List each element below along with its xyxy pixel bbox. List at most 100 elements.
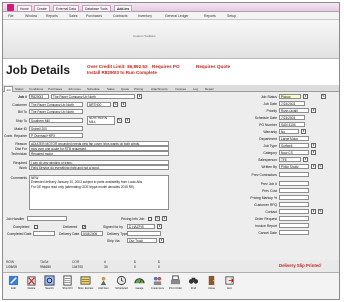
delivered-checkbox[interactable]: ✓ bbox=[82, 225, 86, 229]
menu-contracts[interactable]: Contracts bbox=[113, 12, 128, 20]
job-type-field[interactable]: Surfwell bbox=[279, 143, 309, 149]
customer-lookup-button[interactable]: ▾ bbox=[121, 102, 126, 107]
menu-reports[interactable]: Reports bbox=[46, 12, 58, 20]
billto-field[interactable]: The Paper Company Up North bbox=[29, 109, 83, 115]
table-cell[interactable]: 994650 bbox=[40, 265, 51, 269]
schedule-date-field[interactable]: 7/23/2003 bbox=[279, 115, 305, 121]
exit-button[interactable]: Exit bbox=[222, 275, 237, 290]
written-by-edit-button[interactable]: ✎ bbox=[318, 164, 323, 169]
priority-field[interactable]: Rush (avail) bbox=[279, 108, 309, 114]
table-cell[interactable]: 30 bbox=[104, 265, 108, 269]
written-by-lookup-button[interactable]: ▾ bbox=[311, 164, 316, 169]
search-button[interactable]: Search bbox=[42, 275, 57, 290]
menu-sales[interactable]: Sales bbox=[69, 12, 77, 20]
shipto-field[interactable]: Southern Mill bbox=[29, 118, 83, 124]
job-lookup-button[interactable]: ▾ bbox=[137, 94, 142, 99]
table-cell[interactable]: 0 bbox=[134, 265, 136, 269]
contact-field[interactable] bbox=[279, 209, 309, 215]
pricing-info-label: Pricing Info Job bbox=[121, 217, 145, 221]
invoice-report-field[interactable] bbox=[279, 223, 309, 229]
menu-purchases[interactable]: Purchases bbox=[86, 12, 102, 20]
tab-add-ins[interactable]: Add-Ins bbox=[114, 5, 133, 11]
job-date-field[interactable]: 7/23/2003 bbox=[279, 101, 305, 107]
customers-button[interactable]: Customers bbox=[150, 275, 165, 290]
find-button[interactable]: Find bbox=[186, 275, 201, 290]
job-no-field[interactable]: R8290I3 bbox=[29, 94, 49, 100]
prev-contractors-field[interactable] bbox=[279, 172, 309, 178]
category-field[interactable]: Now CS bbox=[279, 150, 309, 156]
table-cell[interactable]: 104700 bbox=[72, 265, 83, 269]
ship-via-field[interactable]: Our Truck bbox=[127, 238, 157, 244]
job-client-field[interactable]: The Paper Company Up North bbox=[51, 94, 135, 100]
ship-via-lookup-button[interactable]: ▾ bbox=[159, 238, 164, 243]
install-note: Install R8290I3 to Run Complete bbox=[87, 70, 157, 75]
menu-reports-2[interactable]: Reports bbox=[204, 12, 216, 20]
job-status-edit-button[interactable]: ✎ bbox=[321, 94, 326, 99]
shipto-edit-button[interactable]: ✎ bbox=[117, 118, 122, 123]
cancel-date-field[interactable] bbox=[279, 230, 309, 236]
order-request-field[interactable] bbox=[279, 216, 309, 222]
signed-by-field[interactable]: D HAZPIS bbox=[127, 224, 155, 230]
misc-entries-button[interactable]: Misc. Entries bbox=[78, 275, 93, 290]
comments-field[interactable]: NEW Extended delivery January 10, 2003 s… bbox=[29, 175, 169, 210]
close-button[interactable]: Close bbox=[204, 275, 219, 290]
edit-button[interactable]: Edit bbox=[6, 275, 21, 290]
delivery-type-field[interactable] bbox=[127, 231, 161, 237]
category-lookup-button[interactable]: ▾ bbox=[311, 150, 316, 155]
tab-create[interactable]: Create bbox=[34, 5, 50, 11]
warranty-lookup-button[interactable]: ▾ bbox=[301, 129, 306, 134]
prev-cost-field[interactable] bbox=[279, 188, 309, 194]
add-item-button[interactable]: Add Item bbox=[96, 275, 111, 290]
print-order-button[interactable]: Print Order bbox=[168, 275, 183, 290]
invoice-report-label: Invoice Report bbox=[255, 224, 277, 228]
contact-lookup-button[interactable]: ▾ bbox=[311, 209, 316, 214]
job-handler-field[interactable] bbox=[27, 216, 67, 222]
salesperson-field[interactable]: TFE bbox=[279, 157, 301, 163]
written-by-field[interactable]: Philip Shultz bbox=[279, 164, 309, 170]
scheduled-button[interactable]: Scheduled bbox=[114, 275, 129, 290]
contr-repairer-field[interactable]: P Overhaul+RPX bbox=[29, 133, 83, 139]
ship-ro-button[interactable]: Ship RO bbox=[60, 275, 75, 290]
menu-inventory[interactable]: Inventory bbox=[138, 12, 152, 20]
tab-home[interactable]: Home bbox=[17, 5, 32, 11]
prev-job-field[interactable] bbox=[279, 181, 309, 187]
pricing-info-checkbox[interactable] bbox=[148, 217, 152, 221]
app-logo-icon[interactable] bbox=[7, 4, 14, 11]
shipto-lookup-button[interactable]: ▾ bbox=[125, 118, 130, 123]
salesperson-lookup-button[interactable]: ▾ bbox=[303, 157, 308, 162]
customer-edit-button[interactable]: ✎ bbox=[113, 102, 118, 107]
make-id-field[interactable]: Spinell 200 bbox=[29, 126, 83, 132]
completed-checkbox[interactable] bbox=[34, 225, 38, 229]
tab-external-data[interactable]: External Data bbox=[53, 5, 79, 11]
job-type-lookup-button[interactable]: ▾ bbox=[311, 143, 316, 148]
shipto-code-field[interactable]: NORTHERN MILL bbox=[87, 116, 115, 125]
warranty-field[interactable]: No bbox=[279, 129, 299, 135]
pricing-markup-field[interactable] bbox=[279, 195, 309, 201]
customer-code-field[interactable]: NRTH00 bbox=[87, 102, 111, 108]
pricing-edit-button[interactable]: ✎ bbox=[155, 216, 160, 221]
customer-field[interactable]: The Paper Company Up North bbox=[29, 102, 83, 108]
table-cell[interactable]: 0 bbox=[158, 265, 160, 269]
menu-file[interactable]: File bbox=[8, 12, 13, 20]
menu-setup[interactable]: Setup bbox=[227, 12, 236, 20]
job-status-field[interactable]: Pickup bbox=[279, 94, 301, 100]
table-cell[interactable]: 1/05/05 bbox=[6, 265, 17, 269]
signed-by-lookup-button[interactable]: ▾ bbox=[157, 224, 162, 229]
delivery-date-field[interactable]: 5/18/2005 bbox=[81, 231, 103, 237]
department-field[interactable]: Large Motor bbox=[279, 136, 309, 142]
customer-rfq-field[interactable] bbox=[279, 202, 309, 208]
completed-date-field[interactable] bbox=[33, 231, 55, 237]
job-status-lookup-button[interactable]: ▾ bbox=[303, 94, 308, 99]
menu-window[interactable]: Window bbox=[25, 12, 37, 20]
tab-database-tools[interactable]: Database Tools bbox=[82, 5, 111, 11]
contact-edit-button[interactable]: ✎ bbox=[318, 209, 323, 214]
make-id-label: Make ID bbox=[14, 127, 27, 131]
menu-general-ledger[interactable]: General Ledger bbox=[165, 12, 189, 20]
delete-button[interactable]: Delete bbox=[24, 275, 39, 290]
pricing-lookup-button[interactable]: ▾ bbox=[162, 216, 167, 221]
work-field[interactable]: Field Service do everything right and no… bbox=[29, 165, 169, 170]
technician-field[interactable]: Repaired motor bbox=[29, 151, 169, 156]
priority-lookup-button[interactable]: ▾ bbox=[311, 108, 316, 113]
gauge-button[interactable]: Gauge bbox=[132, 275, 147, 290]
po-number-field[interactable]: SAN 4106 bbox=[279, 122, 305, 128]
